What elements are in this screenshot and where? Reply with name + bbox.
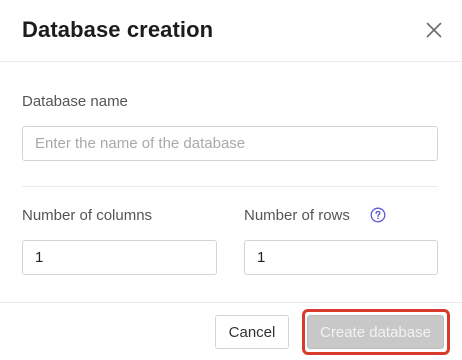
number-of-columns-label: Number of columns (22, 207, 153, 224)
number-of-rows-label: Number of rows (244, 207, 350, 224)
section-divider (22, 186, 438, 187)
cancel-button[interactable]: Cancel (215, 315, 289, 349)
number-of-rows-input[interactable] (244, 240, 438, 275)
close-icon (426, 22, 442, 38)
dialog-title: Database creation (22, 17, 214, 42)
number-of-columns-input[interactable] (22, 240, 217, 275)
dialog-header: Database creation (0, 0, 462, 62)
close-button[interactable] (422, 18, 446, 42)
rows-help-button[interactable] (370, 207, 386, 223)
database-creation-dialog: Database creation Database name Number o… (0, 0, 462, 360)
database-name-input[interactable] (22, 126, 438, 161)
question-circle-icon (370, 207, 386, 223)
create-database-button[interactable]: Create database (307, 315, 444, 349)
database-name-label: Database name (22, 93, 128, 110)
